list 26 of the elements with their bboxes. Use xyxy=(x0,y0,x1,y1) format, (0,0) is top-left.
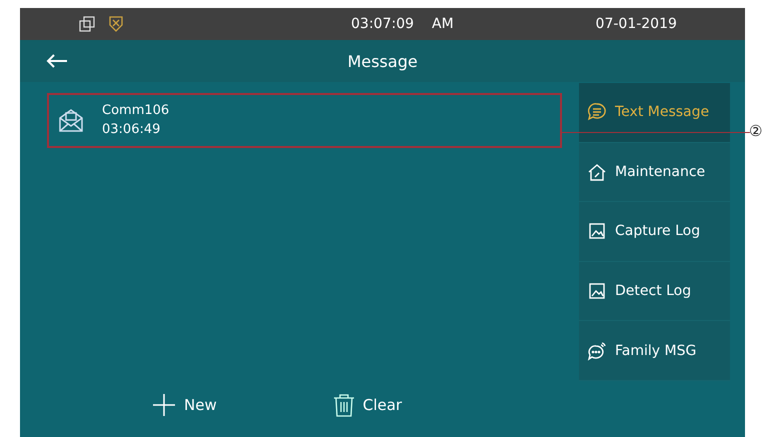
sidebar-item[interactable]: Family MSG xyxy=(579,321,730,381)
windows-icon xyxy=(79,16,95,32)
new-button[interactable]: New xyxy=(152,393,217,417)
message-time: 03:06:49 xyxy=(102,122,162,137)
shield-icon xyxy=(109,16,123,32)
status-date: 07-01-2019 xyxy=(596,16,677,32)
clock-time: 03:07:09 xyxy=(351,16,414,32)
message-sender: Comm106 xyxy=(102,103,170,118)
house-icon xyxy=(587,162,607,182)
clear-button[interactable]: Clear xyxy=(332,393,402,417)
sidebar-item[interactable]: Text Message xyxy=(579,83,730,143)
message-item[interactable]: Comm106 03:06:49 xyxy=(48,94,561,147)
plus-icon xyxy=(152,393,176,417)
chat-icon xyxy=(587,102,607,122)
page-title: Message xyxy=(347,52,418,70)
image-icon xyxy=(587,221,607,242)
clock-meridiem: AM xyxy=(432,16,454,32)
sidebar-item[interactable]: Detect Log xyxy=(579,262,730,322)
image-icon xyxy=(587,281,607,302)
sidebar-item[interactable]: Capture Log xyxy=(579,202,730,262)
callout-number: ② xyxy=(749,122,762,140)
envelope-icon xyxy=(58,107,84,133)
trash-icon xyxy=(332,393,355,417)
chat-signal-icon xyxy=(587,340,607,361)
sidebar-item[interactable]: Maintenance xyxy=(579,142,730,202)
back-arrow-icon[interactable] xyxy=(46,53,68,69)
